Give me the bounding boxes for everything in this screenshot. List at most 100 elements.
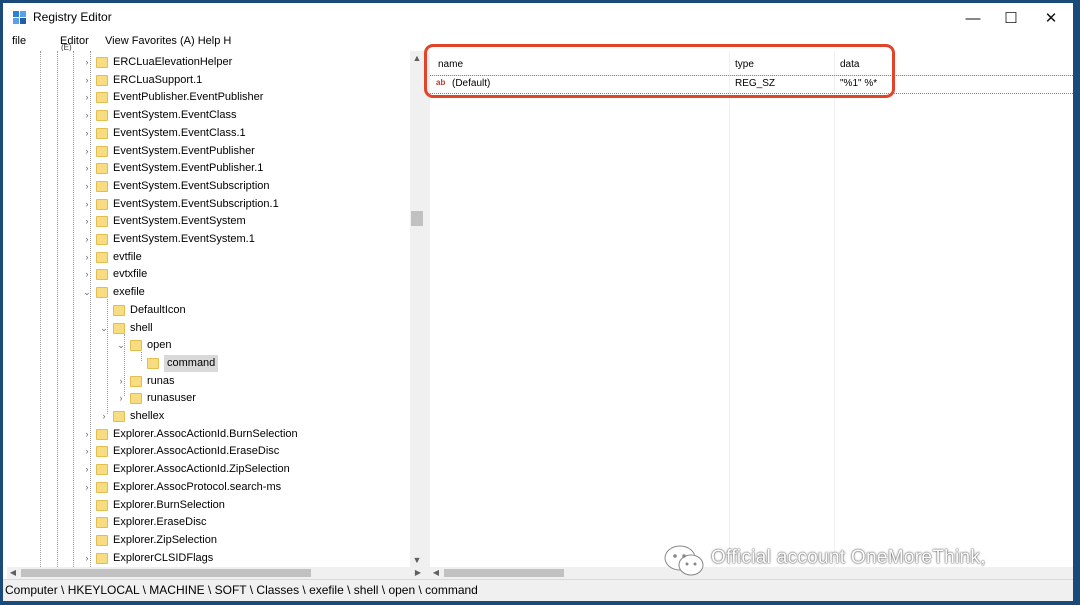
tree-item[interactable]: › runas	[7, 373, 410, 390]
tree-item[interactable]: Explorer.BurnSelection	[7, 497, 410, 514]
chevron-right-icon[interactable]: ›	[116, 390, 126, 407]
menu-file[interactable]: file	[12, 35, 26, 47]
tree-item[interactable]: › shellex	[7, 408, 410, 425]
folder-icon	[130, 375, 142, 387]
chevron-right-icon[interactable]: ›	[116, 373, 126, 390]
tree-item[interactable]: › EventSystem.EventPublisher.1	[7, 160, 410, 177]
tree-item-label: ERCLuaElevationHelper	[113, 56, 233, 68]
registry-path: Computer \ HKEYLOCAL \ MACHINE \ SOFT \ …	[5, 583, 478, 597]
tree-item-label: Explorer.AssocProtocol.search-ms	[113, 480, 282, 493]
chevron-right-icon[interactable]: ›	[82, 178, 92, 195]
folder-icon	[96, 163, 108, 175]
tree-item[interactable]: › EventSystem.EventSubscription.1	[7, 196, 410, 213]
tree-item-label: EventSystem.EventPublisher.1	[113, 162, 264, 175]
tree-item[interactable]: › Explorer.AssocActionId.ZipSelection	[7, 461, 410, 478]
tree-item[interactable]: › EventSystem.EventSystem.1	[7, 231, 410, 248]
folder-icon	[113, 411, 125, 422]
folder-icon	[96, 269, 108, 281]
tree-item[interactable]: › EventSystem.EventClass	[7, 107, 410, 124]
folder-icon	[96, 287, 108, 299]
tree-item-label: EventSystem.EventClass.1	[113, 126, 246, 139]
scroll-up-icon[interactable]: ▲	[410, 51, 424, 65]
chevron-right-icon[interactable]: ›	[82, 231, 92, 248]
folder-icon	[96, 127, 108, 139]
tree-item[interactable]: › EventSystem.EventPublisher	[7, 143, 410, 160]
tree-item-label: evtxfile	[113, 268, 148, 281]
tree-item[interactable]: › Explorer.AssocProtocol.search-ms	[7, 479, 410, 496]
tree-item[interactable]: › Explorer.AssocActionId.EraseDisc	[7, 443, 410, 460]
tree-item-label: EventSystem.EventSubscription.1	[113, 197, 279, 210]
tree-item[interactable]: › ExplorerCLSIDFlags	[7, 550, 410, 567]
folder-icon	[113, 304, 125, 316]
scroll-right-icon[interactable]: ▶	[412, 567, 424, 579]
chevron-right-icon[interactable]: ›	[82, 54, 92, 71]
chevron-right-icon[interactable]: ›	[82, 213, 92, 230]
scroll-thumb[interactable]	[444, 569, 564, 577]
chevron-right-icon[interactable]: ›	[82, 89, 92, 106]
scroll-thumb[interactable]	[21, 569, 311, 577]
chevron-right-icon[interactable]: ›	[99, 408, 109, 425]
folder-icon	[96, 534, 108, 546]
tree-item[interactable]: › ERCLuaElevationHelper	[7, 54, 410, 71]
chevron-down-icon[interactable]: ⌄	[82, 284, 92, 301]
tree-item-label: Explorer.ZipSelection	[113, 533, 217, 546]
scroll-down-icon[interactable]: ▼	[410, 553, 424, 567]
tree-item[interactable]: command	[7, 354, 410, 372]
tree-item[interactable]: › EventSystem.EventClass.1	[7, 125, 410, 142]
values-list[interactable]: name type data ab (Default) REG_SZ "%1" …	[430, 51, 1073, 567]
scroll-left-icon[interactable]: ◀	[7, 567, 19, 579]
highlight-annotation	[424, 44, 895, 98]
tree-item-label: runas	[147, 374, 175, 387]
chevron-right-icon[interactable]: ›	[82, 72, 92, 89]
tree-item-label: EventSystem.EventSubscription	[113, 179, 270, 192]
tree-item[interactable]: › runasuser	[7, 390, 410, 407]
tree-vertical-scrollbar[interactable]: ▲ ▼	[410, 51, 424, 567]
tree-item-label: evtfile	[113, 250, 142, 263]
tree-item[interactable]: › EventSystem.EventSystem	[7, 213, 410, 230]
chevron-right-icon[interactable]: ›	[82, 143, 92, 160]
tree-item[interactable]: › EventSystem.EventSubscription	[7, 178, 410, 195]
menu-view-favorites-help[interactable]: View Favorites (A) Help H	[105, 35, 231, 47]
tree-horizontal-scrollbar[interactable]: ◀ ▶	[7, 567, 424, 579]
tree-item[interactable]: › ERCLuaSupport.1	[7, 72, 410, 89]
chevron-right-icon[interactable]: ›	[82, 266, 92, 283]
folder-icon	[96, 428, 108, 440]
tree-item[interactable]: › Explorer.AssocActionId.BurnSelection	[7, 426, 410, 443]
chevron-down-icon[interactable]: ⌄	[99, 320, 109, 337]
tree-item[interactable]: › evtfile	[7, 249, 410, 266]
tree-item-label: EventSystem.EventPublisher	[113, 144, 255, 157]
chevron-down-icon[interactable]: ⌄	[116, 337, 126, 354]
tree-item[interactable]: › EventPublisher.EventPublisher	[7, 89, 410, 106]
folder-icon	[96, 180, 108, 192]
tree-item[interactable]: › evtxfile	[7, 266, 410, 283]
tree-item[interactable]: DefaultIcon	[7, 302, 410, 319]
scroll-thumb[interactable]	[411, 211, 423, 226]
tree-item[interactable]: Explorer.EraseDisc	[7, 514, 410, 531]
chevron-right-icon[interactable]: ›	[82, 479, 92, 496]
window-title: Registry Editor	[33, 10, 112, 24]
tree-item[interactable]: ⌄ shell	[7, 320, 410, 337]
registry-key-tree[interactable]: › ERCLuaElevationHelper › ERCLuaSupport.1 › E…	[7, 51, 410, 567]
tree-item[interactable]: ⌄ exefile	[7, 284, 410, 301]
scroll-left-icon[interactable]: ◀	[430, 567, 442, 579]
chevron-right-icon[interactable]: ›	[82, 196, 92, 213]
chevron-right-icon[interactable]: ›	[82, 443, 92, 460]
watermark-text: Official account OneMoreThink,	[711, 547, 986, 568]
tree-item-label: exefile	[113, 286, 145, 299]
tree-item[interactable]: ⌄ open	[7, 337, 410, 354]
tree-item-label: Explorer.EraseDisc	[113, 516, 207, 529]
tree-item[interactable]: Explorer.ZipSelection	[7, 532, 410, 549]
folder-icon	[96, 216, 108, 228]
chevron-right-icon[interactable]: ›	[82, 426, 92, 443]
close-button[interactable]: ✕	[1028, 3, 1074, 33]
chevron-right-icon[interactable]: ›	[82, 550, 92, 567]
chevron-right-icon[interactable]: ›	[82, 125, 92, 142]
chevron-right-icon[interactable]: ›	[82, 160, 92, 177]
tree-item-label: command	[164, 354, 219, 372]
chevron-right-icon[interactable]: ›	[82, 249, 92, 266]
chevron-right-icon[interactable]: ›	[82, 461, 92, 478]
chevron-right-icon[interactable]: ›	[82, 107, 92, 124]
wechat-icon	[664, 545, 704, 576]
column-separator	[729, 51, 730, 567]
tree-item-label: Explorer.BurnSelection	[113, 498, 225, 511]
